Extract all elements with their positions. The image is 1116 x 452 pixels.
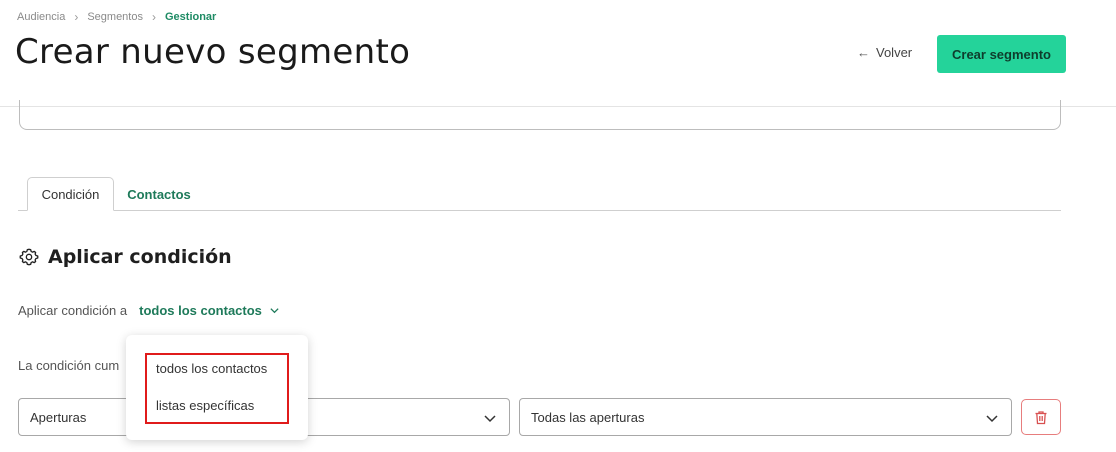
section-title: Aplicar condición xyxy=(48,246,232,268)
tab-contactos[interactable]: Contactos xyxy=(126,177,192,211)
dropdown-option-listas[interactable]: listas específicas xyxy=(156,398,254,413)
chevron-down-icon xyxy=(270,308,279,314)
breadcrumb-item-segmentos[interactable]: Segmentos xyxy=(87,11,143,23)
chevron-down-icon xyxy=(986,415,998,423)
apply-condition-value: todos los contactos xyxy=(139,303,262,318)
delete-condition-button[interactable] xyxy=(1021,399,1061,435)
section-heading: Aplicar condición xyxy=(19,246,232,268)
back-link[interactable]: ← Volver xyxy=(857,45,912,60)
breadcrumb-item-current: Gestionar xyxy=(164,11,217,23)
back-label: Volver xyxy=(876,45,913,60)
page-title: Crear nuevo segmento xyxy=(15,32,411,72)
tab-condicion[interactable]: Condición xyxy=(27,177,114,211)
metric-select-value: Aperturas xyxy=(30,409,87,425)
dropdown-option-todos[interactable]: todos los contactos xyxy=(156,361,267,376)
trash-icon xyxy=(1035,410,1047,424)
breadcrumb-separator: › xyxy=(151,10,156,24)
apply-condition-dropdown: todos los contactos listas específicas xyxy=(126,335,308,440)
condition-label: La condición cum xyxy=(18,358,120,373)
breadcrumb: Audiencia › Segmentos › Gestionar xyxy=(17,10,216,24)
apply-condition-select[interactable]: todos los contactos xyxy=(139,303,280,318)
apply-condition-label: Aplicar condición a xyxy=(18,303,128,318)
gear-icon xyxy=(19,248,39,266)
breadcrumb-separator: › xyxy=(74,10,79,24)
scope-select[interactable]: Todas las aperturas xyxy=(519,398,1012,436)
description-field[interactable] xyxy=(19,100,1061,130)
tab-bar: Condición Contactos xyxy=(18,177,1061,211)
breadcrumb-item-audiencia[interactable]: Audiencia xyxy=(17,11,65,23)
create-segment-button[interactable]: Crear segmento xyxy=(937,35,1066,73)
chevron-down-icon xyxy=(484,415,496,423)
scope-select-value: Todas las aperturas xyxy=(531,409,645,425)
apply-condition-row: Aplicar condición a todos los contactos xyxy=(18,303,280,318)
arrow-left-icon: ← xyxy=(857,45,870,60)
